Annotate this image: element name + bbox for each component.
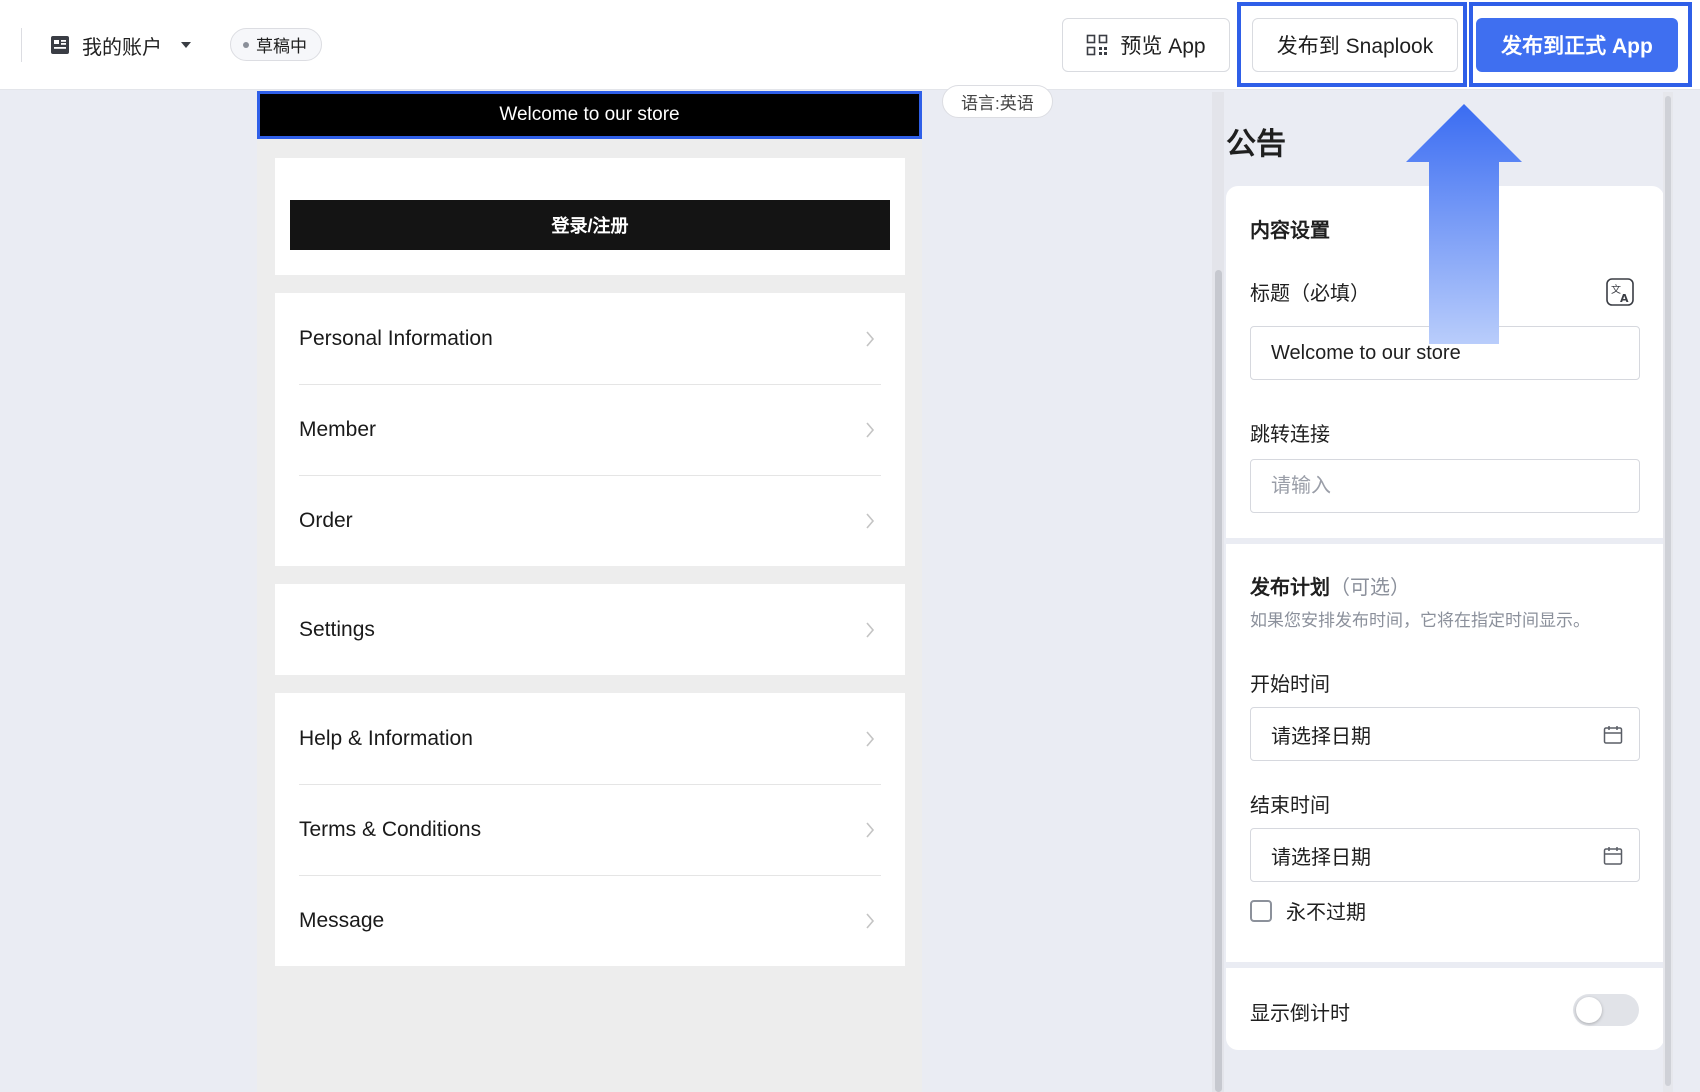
- start-date-placeholder: 请选择日期: [1271, 725, 1371, 748]
- language-badge[interactable]: 语言:英语: [942, 85, 1053, 118]
- menu-item-personal-information[interactable]: Personal Information: [275, 293, 905, 384]
- divider: [21, 28, 22, 62]
- chevron-right-icon: [866, 513, 875, 529]
- chevron-right-icon: [866, 622, 875, 638]
- menu-item-label: Terms & Conditions: [299, 817, 482, 841]
- status-badge: 草稿中: [230, 28, 322, 61]
- menu-item-label: Order: [299, 508, 353, 532]
- chevron-right-icon: [866, 331, 875, 347]
- schedule-heading: 发布计划: [1250, 577, 1330, 599]
- menu-item-help-information[interactable]: Help & Information: [275, 693, 905, 784]
- end-time-label: 结束时间: [1250, 795, 1330, 817]
- menu-group-help: Help & Information Terms & Conditions Me…: [275, 693, 905, 966]
- publish-snaplook-label: 发布到 Snaplook: [1276, 35, 1434, 58]
- toggle-knob: [1576, 997, 1602, 1023]
- menu-item-terms-conditions[interactable]: Terms & Conditions: [275, 784, 905, 875]
- login-register-label: 登录/注册: [551, 216, 629, 236]
- publish-app-label: 发布到正式 App: [1501, 35, 1653, 58]
- never-expire-label: 永不过期: [1286, 902, 1366, 924]
- account-selector[interactable]: 我的账户: [50, 30, 192, 60]
- end-date-placeholder: 请选择日期: [1271, 846, 1371, 869]
- chevron-right-icon: [866, 422, 875, 438]
- login-card: 登录/注册: [275, 158, 905, 275]
- optional-tag: （可选）: [1330, 577, 1410, 599]
- title-field-label: 标题（必填）: [1250, 283, 1370, 305]
- countdown-label: 显示倒计时: [1250, 1003, 1350, 1025]
- account-name: 我的账户: [82, 36, 162, 59]
- menu-item-label: Personal Information: [299, 326, 493, 350]
- announcement-text: Welcome to our store: [499, 104, 680, 125]
- status-dot: [243, 41, 249, 48]
- caret-down-icon: [181, 42, 191, 48]
- countdown-toggle[interactable]: [1573, 994, 1639, 1026]
- link-input[interactable]: [1250, 459, 1640, 513]
- checkbox-box[interactable]: [1250, 899, 1272, 922]
- status-badge-label: 草稿中: [256, 37, 307, 56]
- start-time-label: 开始时间: [1250, 674, 1330, 696]
- never-expire-checkbox[interactable]: 永不过期: [1250, 896, 1366, 925]
- menu-item-label: Settings: [299, 617, 375, 641]
- chevron-right-icon: [866, 822, 875, 838]
- chevron-right-icon: [866, 731, 875, 747]
- schedule-section: 发布计划（可选） 如果您安排发布时间，它将在指定时间显示。 开始时间 请选择日期…: [1226, 544, 1664, 962]
- language-badge-label: 语言:英语: [961, 94, 1034, 113]
- end-date-picker[interactable]: 请选择日期: [1250, 828, 1640, 882]
- start-date-picker[interactable]: 请选择日期: [1250, 707, 1640, 761]
- menu-item-member[interactable]: Member: [275, 384, 905, 475]
- publish-snaplook-button[interactable]: 发布到 Snaplook: [1252, 18, 1458, 72]
- preview-app-button[interactable]: 预览 App: [1062, 18, 1230, 72]
- window-scrollbar-track: [1663, 92, 1673, 1092]
- preview-app-label: 预览 App: [1120, 35, 1206, 58]
- top-bar: 我的账户 草稿中 预览 App 发布到 Snaplook 发布到正式 App: [0, 0, 1700, 90]
- chevron-right-icon: [866, 913, 875, 929]
- document-icon: [51, 36, 69, 54]
- link-field-label: 跳转连接: [1250, 424, 1330, 446]
- publish-app-button[interactable]: 发布到正式 App: [1476, 18, 1678, 72]
- title-input[interactable]: [1250, 326, 1640, 380]
- panel-title: 公告: [1226, 128, 1286, 161]
- menu-group-account: Personal Information Member Order: [275, 293, 905, 566]
- content-settings-section: 内容设置 标题（必填） 文 A 跳转连接: [1226, 186, 1664, 538]
- menu-group-settings: Settings: [275, 584, 905, 675]
- schedule-hint: 如果您安排发布时间，它将在指定时间显示。: [1250, 611, 1590, 630]
- menu-item-order[interactable]: Order: [275, 475, 905, 566]
- section-heading: 发布计划（可选）: [1250, 571, 1410, 600]
- menu-item-label: Message: [299, 908, 385, 932]
- announcement-bar[interactable]: Welcome to our store: [257, 91, 922, 139]
- qr-code-icon: [1087, 34, 1108, 56]
- countdown-section: 显示倒计时: [1226, 968, 1664, 1050]
- menu-item-message[interactable]: Message: [275, 875, 905, 966]
- translate-icon[interactable]: 文 A: [1606, 278, 1634, 306]
- panel-scrollbar-thumb[interactable]: [1215, 270, 1222, 1092]
- calendar-icon: [1603, 847, 1623, 865]
- menu-item-label: Member: [299, 417, 377, 441]
- menu-item-label: Help & Information: [299, 726, 473, 750]
- section-heading: 内容设置: [1250, 220, 1330, 242]
- menu-item-settings[interactable]: Settings: [275, 584, 905, 675]
- svg-text:A: A: [1620, 292, 1629, 305]
- login-register-button[interactable]: 登录/注册: [290, 200, 890, 250]
- calendar-icon: [1603, 726, 1623, 744]
- window-scrollbar-thumb[interactable]: [1665, 96, 1671, 1086]
